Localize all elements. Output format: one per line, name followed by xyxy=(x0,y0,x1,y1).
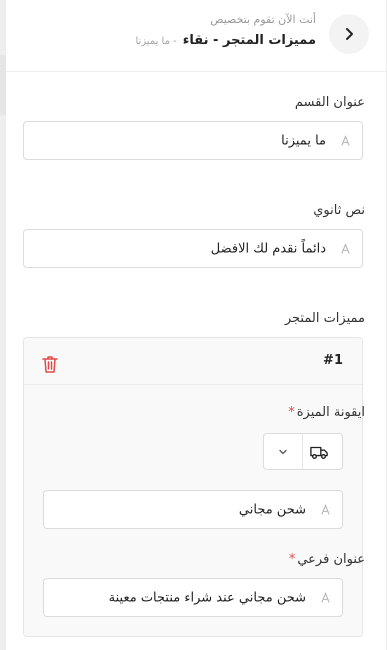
feature-title-input[interactable]: شحن مجاني xyxy=(43,490,343,529)
header-subtitle: أنت الآن تقوم بتخصيص xyxy=(210,13,316,26)
section-title-value: ما يميزنا xyxy=(281,133,326,148)
chevron-right-icon xyxy=(346,28,353,40)
secondary-text-label: نص ثانوي xyxy=(313,203,365,218)
store-features-label: مميزات المتجر xyxy=(284,311,365,326)
breadcrumb: - ما يميزنا xyxy=(135,36,177,47)
text-input-icon xyxy=(341,135,350,146)
required-asterisk: * xyxy=(288,552,296,567)
section-title-input[interactable]: ما يميزنا xyxy=(23,121,363,160)
feature-title-value: شحن مجاني xyxy=(238,502,306,517)
feature-subtitle-value: شحن مجاني عند شراء منتجات معينة xyxy=(108,590,306,605)
required-asterisk: * xyxy=(288,405,295,420)
text-input-icon xyxy=(321,504,330,515)
text-input-icon xyxy=(321,592,330,603)
feature-icon-label-text: ايقونة الميزة xyxy=(296,405,365,420)
secondary-text-value: دائماً نقدم لك الافضل xyxy=(210,241,326,256)
feature-subtitle-label-text: عنوان فرعي xyxy=(297,552,365,567)
feature-item-header: #1 xyxy=(24,338,362,385)
truck-icon xyxy=(310,446,328,459)
delete-feature-trash-icon[interactable] xyxy=(40,354,60,374)
secondary-text-input[interactable]: دائماً نقدم لك الافضل xyxy=(23,229,363,268)
left-edge-strip xyxy=(0,0,6,650)
select-divider xyxy=(302,434,303,469)
feature-icon-select[interactable] xyxy=(263,433,343,470)
section-title-label: عنوان القسم xyxy=(294,95,365,110)
page-title: مميزات المتجر - نقاء xyxy=(182,33,316,48)
feature-subtitle-input[interactable]: شحن مجاني عند شراء منتجات معينة xyxy=(43,578,343,617)
text-input-icon xyxy=(341,243,350,254)
customizer-header: أنت الآن تقوم بتخصيص مميزات المتجر - نقا… xyxy=(6,0,386,72)
feature-item-number: #1 xyxy=(323,353,343,368)
header-title-row: مميزات المتجر - نقاء - ما يميزنا xyxy=(135,33,316,48)
chevron-down-icon xyxy=(279,449,287,455)
back-button[interactable] xyxy=(329,14,369,54)
feature-icon-label: ايقونة الميزة* xyxy=(288,405,365,420)
feature-subtitle-label: عنوان فرعي* xyxy=(289,552,365,567)
